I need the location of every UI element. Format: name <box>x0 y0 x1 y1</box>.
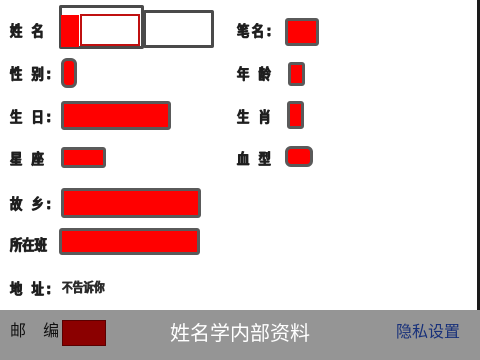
blood-type-label: 血 型 <box>237 150 274 168</box>
zodiac-label: 生 肖 <box>237 108 274 126</box>
gender-field[interactable] <box>61 58 77 88</box>
blood-type-field[interactable] <box>285 146 313 167</box>
name-field-input[interactable] <box>80 14 140 46</box>
footer-title: 姓名学内部资料 <box>170 321 310 345</box>
zodiac-field[interactable] <box>287 101 304 129</box>
pen-name-field[interactable] <box>285 18 319 46</box>
name-field-extension[interactable] <box>143 10 214 48</box>
constellation-field[interactable] <box>61 147 106 168</box>
address-value: 不告诉你 <box>62 281 105 296</box>
age-field[interactable] <box>288 62 305 86</box>
privacy-settings-link[interactable]: 隐私设置 <box>396 319 460 345</box>
pen-name-label: 笔名: <box>237 22 274 40</box>
postal-code-field[interactable] <box>62 320 106 346</box>
birthday-label: 生 日: <box>10 108 54 126</box>
address-label: 地 址: <box>10 280 54 298</box>
constellation-label: 星 座 <box>10 150 47 168</box>
school-label: 所在班 <box>10 236 47 254</box>
name-field-value <box>61 15 79 47</box>
hometown-field[interactable] <box>61 188 201 218</box>
birthday-field[interactable] <box>61 101 171 130</box>
age-label: 年 龄 <box>237 65 274 83</box>
hometown-label: 故 乡: <box>10 195 54 213</box>
school-field[interactable] <box>59 228 200 255</box>
gender-label: 性 别: <box>10 65 54 83</box>
name-label: 姓 名 <box>10 22 47 40</box>
